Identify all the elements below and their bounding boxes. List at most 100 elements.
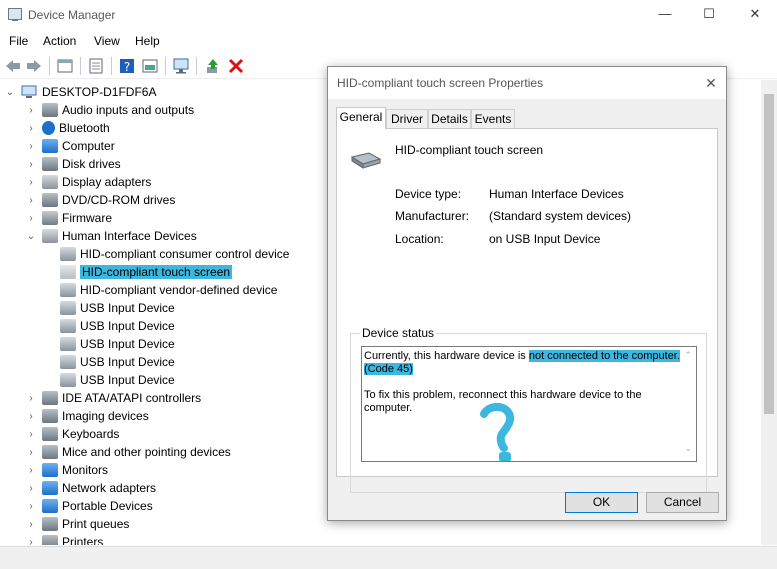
tree-item-network[interactable]: › Network adapters	[26, 479, 156, 497]
error-code: (Code 45)	[364, 363, 413, 375]
properties-view-icon[interactable]	[56, 57, 74, 75]
tab-events[interactable]: Events	[471, 109, 515, 129]
tree-item-print-queues[interactable]: › Print queues	[26, 515, 129, 533]
tree-item-ide[interactable]: › IDE ATA/ATAPI controllers	[26, 389, 201, 407]
manufacturer-value: (Standard system devices)	[489, 209, 632, 223]
tree-item-display-adapters[interactable]: › Display adapters	[26, 173, 151, 191]
device-status-textbox[interactable]: Currently, this hardware device is not c…	[361, 346, 697, 462]
tree-item-disk-drives[interactable]: › Disk drives	[26, 155, 121, 173]
tree-item-imaging[interactable]: › Imaging devices	[26, 407, 149, 425]
chevron-right-icon[interactable]: ›	[26, 483, 36, 494]
location-value: on USB Input Device	[489, 232, 601, 246]
chevron-right-icon[interactable]: ›	[26, 393, 36, 404]
display-adapter-icon	[42, 175, 58, 189]
chevron-right-icon[interactable]: ›	[26, 195, 36, 206]
tree-item-monitors[interactable]: › Monitors	[26, 461, 108, 479]
tree-item-mice[interactable]: › Mice and other pointing devices	[26, 443, 231, 461]
chevron-right-icon[interactable]: ›	[26, 501, 36, 512]
vertical-scrollbar[interactable]	[761, 80, 777, 545]
printer-icon	[42, 517, 58, 531]
chevron-right-icon[interactable]: ›	[26, 411, 36, 422]
title-bar: Device Manager — ☐ ✕	[0, 0, 777, 30]
maximize-button[interactable]: ☐	[694, 4, 724, 26]
speaker-icon	[42, 103, 58, 117]
disk-drive-icon	[42, 157, 58, 171]
tree-item-keyboards[interactable]: › Keyboards	[26, 425, 119, 443]
menu-file[interactable]: File	[9, 34, 28, 48]
tree-child-hid[interactable]: USB Input Device	[60, 317, 175, 335]
menu-action[interactable]: Action	[43, 34, 76, 48]
chevron-right-icon[interactable]: ›	[26, 537, 36, 546]
tree-child-hid[interactable]: USB Input Device	[60, 335, 175, 353]
uninstall-device-icon[interactable]	[227, 57, 245, 75]
tree-child-hid[interactable]: HID-compliant vendor-defined device	[60, 281, 277, 299]
monitor-icon	[42, 463, 58, 477]
scroll-down-icon[interactable]: ⌄	[684, 443, 692, 454]
tree-child-hid[interactable]: USB Input Device	[60, 353, 175, 371]
scan-hardware-icon[interactable]	[172, 57, 190, 75]
tab-driver[interactable]: Driver	[386, 109, 428, 129]
tree-item-portable[interactable]: › Portable Devices	[26, 497, 153, 515]
scroll-up-icon[interactable]: ⌃	[684, 350, 692, 361]
chevron-right-icon[interactable]: ›	[26, 213, 36, 224]
tree-child-hid[interactable]: USB Input Device	[60, 299, 175, 317]
menu-help[interactable]: Help	[135, 34, 160, 48]
chevron-down-icon[interactable]: ⌄	[26, 231, 36, 242]
chevron-right-icon[interactable]: ›	[26, 177, 36, 188]
tree-root[interactable]: ⌄ DESKTOP-D1FDF6A	[5, 83, 157, 101]
tree-item-bluetooth[interactable]: › Bluetooth	[26, 119, 110, 137]
tree-item-computer[interactable]: › Computer	[26, 137, 115, 155]
fix-instructions: To fix this problem, reconnect this hard…	[364, 389, 642, 414]
dialog-close-button[interactable]: ✕	[700, 73, 722, 93]
update-driver-icon[interactable]	[204, 57, 222, 75]
device-type-label: Device type:	[395, 187, 462, 201]
hid-device-icon	[351, 152, 381, 169]
chevron-right-icon[interactable]: ›	[26, 429, 36, 440]
tree-item-dvd-drives[interactable]: › DVD/CD-ROM drives	[26, 191, 175, 209]
hid-device-icon	[60, 319, 76, 333]
tree-child-hid-touch-screen[interactable]: HID-compliant touch screen	[60, 263, 233, 281]
help-icon[interactable]: ?	[118, 57, 136, 75]
chevron-right-icon[interactable]: ›	[26, 465, 36, 476]
hid-device-icon	[60, 355, 76, 369]
scrollbar-thumb[interactable]	[764, 94, 774, 414]
tree-item-hid[interactable]: ⌄ Human Interface Devices	[26, 227, 197, 245]
computer-icon	[21, 85, 37, 98]
dvd-drive-icon	[42, 193, 58, 207]
tab-general[interactable]: General	[336, 107, 386, 129]
chevron-right-icon[interactable]: ›	[26, 159, 36, 170]
chevron-right-icon[interactable]: ›	[26, 123, 36, 134]
back-arrow-icon[interactable]	[4, 57, 22, 75]
minimize-button[interactable]: —	[650, 4, 680, 26]
selected-device-label: HID-compliant touch screen	[80, 265, 233, 279]
chevron-down-icon[interactable]: ⌄	[5, 87, 15, 98]
tree-item-printers[interactable]: › Printers	[26, 533, 103, 545]
ok-button[interactable]: OK	[565, 492, 638, 513]
device-view-icon[interactable]	[141, 57, 159, 75]
tree-item-firmware[interactable]: › Firmware	[26, 209, 112, 227]
hid-device-icon	[60, 247, 76, 261]
printer-icon	[42, 535, 58, 545]
chevron-right-icon[interactable]: ›	[26, 105, 36, 116]
tree-child-hid[interactable]: USB Input Device	[60, 371, 175, 389]
mouse-icon	[42, 445, 58, 459]
properties-dialog: HID-compliant touch screen Properties ✕ …	[327, 66, 727, 521]
properties-icon[interactable]	[87, 57, 105, 75]
menu-bar: File Action View Help	[0, 30, 777, 52]
tree-child-hid[interactable]: HID-compliant consumer control device	[60, 245, 289, 263]
device-status-title: Device status	[360, 326, 437, 340]
chevron-right-icon[interactable]: ›	[26, 141, 36, 152]
menu-view[interactable]: View	[94, 34, 120, 48]
cancel-button[interactable]: Cancel	[646, 492, 719, 513]
chevron-right-icon[interactable]: ›	[26, 519, 36, 530]
location-label: Location:	[395, 232, 444, 246]
hid-device-icon	[60, 301, 76, 315]
close-button[interactable]: ✕	[740, 4, 770, 26]
device-status-text: Currently, this hardware device is not c…	[364, 350, 682, 428]
hid-device-icon	[60, 337, 76, 351]
tree-item-audio[interactable]: › Audio inputs and outputs	[26, 101, 194, 119]
device-status-group: Device status Currently, this hardware d…	[350, 326, 707, 493]
tab-details[interactable]: Details	[428, 109, 471, 129]
forward-arrow-icon[interactable]	[25, 57, 43, 75]
chevron-right-icon[interactable]: ›	[26, 447, 36, 458]
